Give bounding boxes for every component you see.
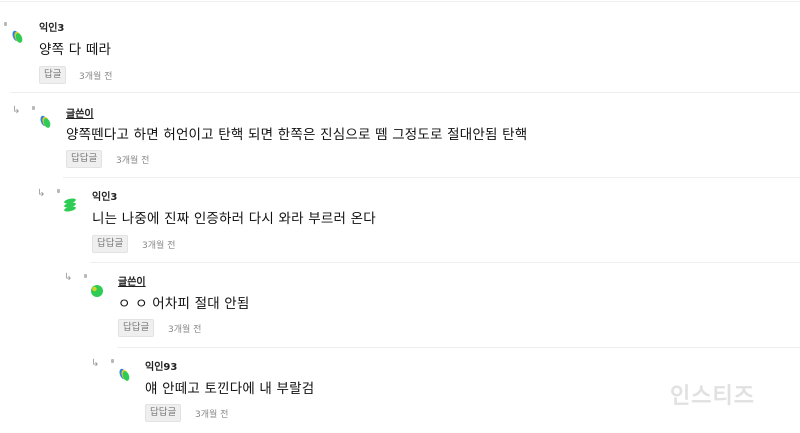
comment-item: ↳ 익인3 니는 나중에 진짜 인증하러 다시 와라 부르러 온다 답답글 3개…	[37, 177, 800, 262]
reply-arrow-icon: ↳	[91, 358, 100, 369]
comment-text: ㅇ ㅇ 어차피 절대 안됨	[118, 296, 250, 312]
indent-marker-icon	[4, 22, 7, 26]
reply-arrow-icon: ↳	[12, 105, 21, 116]
reply-arrow-icon: ↳	[64, 272, 73, 283]
site-watermark: 인스티즈	[670, 384, 755, 409]
comment-author[interactable]: 익인93	[145, 358, 177, 373]
comment-author[interactable]: 익인3	[92, 188, 117, 203]
comment-text: 니는 나중에 진짜 인증하러 다시 와라 부르러 온다	[92, 211, 376, 227]
comment-thread: 익인3 양쪽 다 떼라 답글 3개월 전 ↳ 글쓴이 양쪽뗀다고 하면 허언이고…	[0, 0, 800, 433]
comment-text: 양쪽뗀다고 하면 허언이고 탄핵 되면 한쪽은 진심으로 뗌 그정도로 절대안됨…	[66, 127, 528, 143]
indent-marker-icon	[111, 359, 114, 363]
avatar-icon	[12, 30, 23, 43]
indent-marker-icon	[84, 274, 87, 278]
comment-author[interactable]: 글쓴이	[118, 273, 146, 288]
comment-timestamp: 3개월 전	[142, 241, 176, 251]
comment-timestamp: 3개월 전	[195, 410, 229, 420]
comment-timestamp: 3개월 전	[116, 156, 150, 166]
comment-text: 양쪽 다 떼라	[39, 42, 112, 58]
reply-button[interactable]: 답답글	[66, 150, 103, 168]
reply-button[interactable]: 답답글	[92, 235, 129, 253]
reply-button[interactable]: 답글	[39, 66, 67, 84]
avatar-icon	[119, 368, 130, 381]
reply-button[interactable]: 답답글	[118, 319, 155, 337]
comment-item: 익인3 양쪽 다 떼라 답글 3개월 전	[0, 1, 800, 92]
comment-item: ↳ 글쓴이 양쪽뗀다고 하면 허언이고 탄핵 되면 한쪽은 진심으로 뗌 그정도…	[10, 92, 800, 177]
comment-timestamp: 3개월 전	[79, 72, 113, 82]
comment-item: ↳ 글쓴이 ㅇ ㅇ 어차피 절대 안됨 답답글 3개월 전	[64, 262, 800, 347]
avatar-icon	[91, 285, 103, 297]
comment-author[interactable]: 익인3	[39, 19, 64, 34]
reply-arrow-icon: ↳	[37, 188, 46, 199]
reply-button[interactable]: 답답글	[145, 404, 182, 422]
avatar-icon	[40, 115, 51, 128]
comment-timestamp: 3개월 전	[168, 325, 202, 335]
indent-marker-icon	[57, 189, 60, 193]
indent-marker-icon	[32, 106, 35, 110]
comment-author[interactable]: 글쓴이	[66, 105, 94, 120]
avatar-icon	[64, 198, 76, 212]
comment-text: 얘 안떼고 토낀다에 내 부랄검	[145, 381, 315, 397]
